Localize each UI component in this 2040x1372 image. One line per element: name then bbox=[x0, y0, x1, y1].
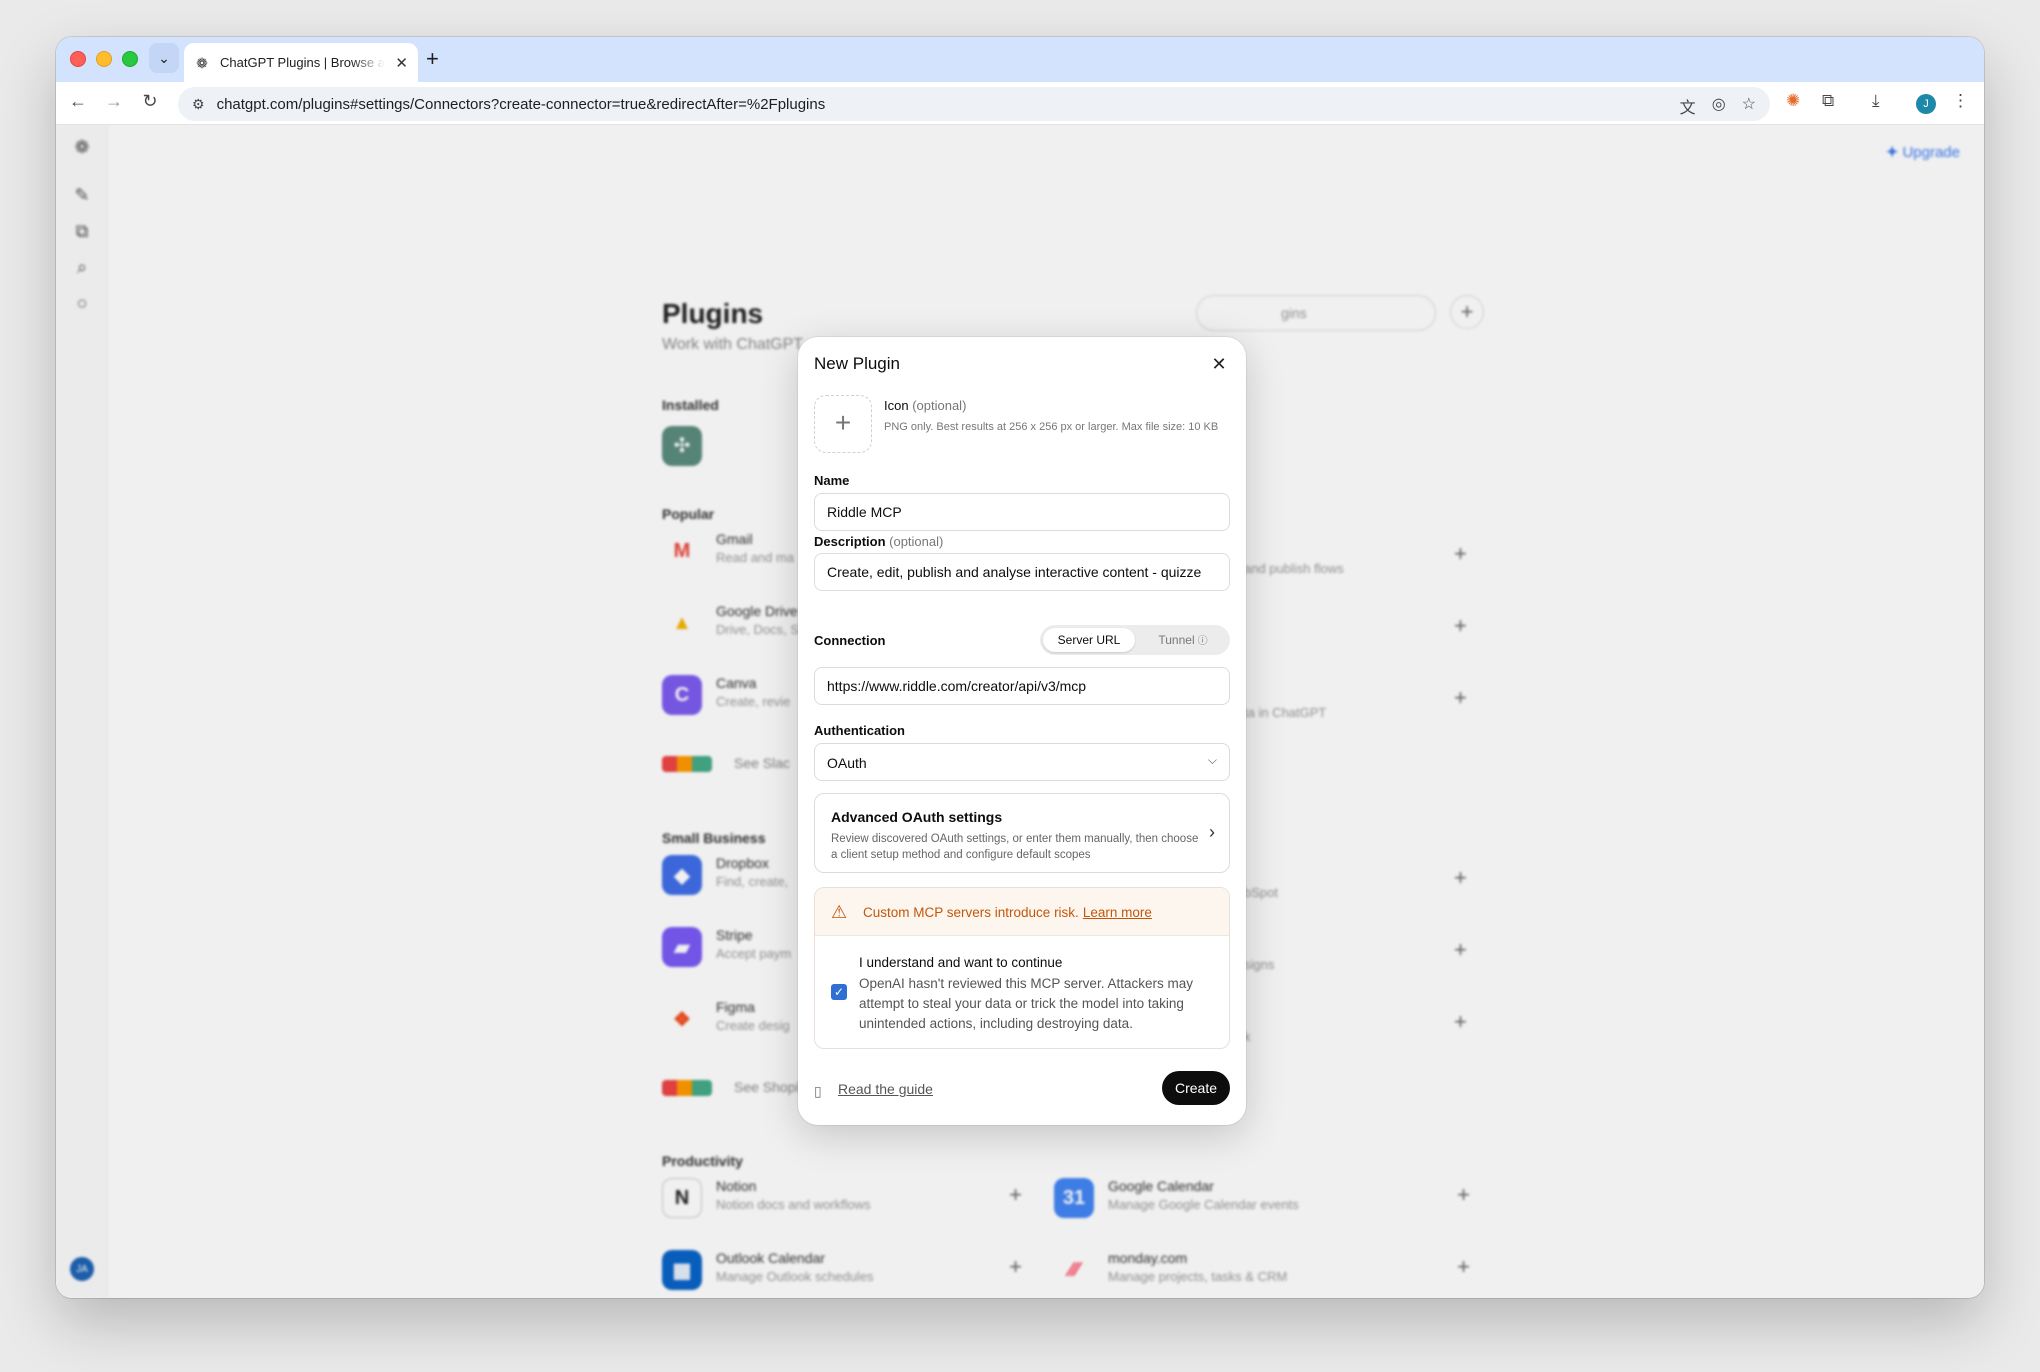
name-label: Name bbox=[814, 473, 850, 488]
icon-upload-button[interactable]: + bbox=[814, 395, 872, 453]
close-window-button[interactable] bbox=[70, 51, 86, 67]
maximize-window-button[interactable] bbox=[122, 51, 138, 67]
new-plugin-modal: New Plugin ✕ + Icon (optional) PNG only.… bbox=[798, 337, 1246, 1125]
url-text: chatgpt.com/plugins#settings/Connectors?… bbox=[216, 95, 826, 113]
tab-close-icon[interactable]: ✕ bbox=[395, 54, 408, 72]
tab-search-chevron-icon[interactable]: ⌄ bbox=[149, 43, 179, 73]
eye-slash-icon[interactable]: ◎ bbox=[1712, 94, 1726, 118]
optional-label: (optional) bbox=[889, 534, 944, 549]
risk-warning-text: Custom MCP servers introduce risk. Learn … bbox=[863, 905, 1152, 920]
name-input[interactable]: Riddle MCP bbox=[814, 493, 1230, 531]
warning-triangle-icon: ⚠ bbox=[831, 902, 848, 922]
server-url-option[interactable]: Server URL bbox=[1043, 628, 1135, 652]
learn-more-link[interactable]: Learn more bbox=[1083, 905, 1152, 920]
risk-warning-header: ⚠ Custom MCP servers introduce risk. Lear… bbox=[815, 888, 1229, 936]
book-icon: ▯ bbox=[814, 1083, 822, 1099]
tunnel-option[interactable]: Tunnel ⓘ bbox=[1138, 628, 1228, 652]
browser-window: ⌄ ❁ ChatGPT Plugins | Browse an ✕ + ← → … bbox=[56, 37, 1984, 1298]
extensions-puzzle-icon[interactable]: ⧉ bbox=[1822, 91, 1834, 111]
acknowledge-title[interactable]: I understand and want to continue bbox=[859, 955, 1062, 970]
modal-title: New Plugin bbox=[814, 354, 900, 373]
description-label-text: Description bbox=[814, 534, 886, 549]
acknowledge-checkbox[interactable]: ✓ bbox=[831, 984, 847, 1000]
tab-title: ChatGPT Plugins | Browse an bbox=[220, 55, 386, 70]
authentication-label: Authentication bbox=[814, 723, 905, 738]
extension-sparkle-icon[interactable]: ✺ bbox=[1786, 91, 1800, 111]
tab-strip: ⌄ ❁ ChatGPT Plugins | Browse an ✕ + bbox=[56, 37, 1984, 82]
connection-toggle: Server URL Tunnel ⓘ bbox=[1040, 625, 1230, 655]
advanced-title: Advanced OAuth settings bbox=[831, 809, 1003, 825]
icon-label-text: Icon bbox=[884, 398, 909, 413]
new-tab-plus-icon[interactable]: + bbox=[426, 46, 439, 72]
info-icon: ⓘ bbox=[1197, 636, 1208, 647]
close-icon[interactable]: ✕ bbox=[1206, 351, 1232, 377]
risk-warning-card: ⚠ Custom MCP servers introduce risk. Lear… bbox=[814, 887, 1230, 1049]
profile-avatar[interactable]: J bbox=[1916, 94, 1936, 114]
authentication-selected-value: OAuth bbox=[827, 755, 867, 771]
icon-label: Icon (optional) bbox=[884, 398, 966, 413]
read-guide-link[interactable]: Read the guide bbox=[838, 1081, 933, 1097]
icon-hint: PNG only. Best results at 256 x 256 px o… bbox=[884, 421, 1219, 433]
authentication-select[interactable]: OAuth ⌵ bbox=[814, 743, 1230, 781]
more-vertical-icon[interactable]: ⋮ bbox=[1952, 91, 1969, 111]
page-content: ❁ ✎ ⧉ ⌕ ○ JA ✦ Upgrade Plugins Work with … bbox=[56, 125, 1984, 1298]
description-label: Description (optional) bbox=[814, 534, 943, 549]
bookmark-star-icon[interactable]: ☆ bbox=[1742, 94, 1756, 118]
site-settings-icon[interactable]: ⚙ bbox=[192, 96, 205, 113]
reload-icon[interactable]: ↻ bbox=[138, 91, 162, 112]
optional-label: (optional) bbox=[912, 398, 967, 413]
download-icon[interactable]: ⤓ bbox=[1872, 91, 1880, 111]
tab-chatgpt-plugins[interactable]: ❁ ChatGPT Plugins | Browse an ✕ bbox=[184, 43, 418, 82]
advanced-desc: Review discovered OAuth settings, or ent… bbox=[831, 833, 1199, 861]
create-button[interactable]: Create bbox=[1162, 1071, 1230, 1105]
risk-warning-message: Custom MCP servers introduce risk. bbox=[863, 905, 1079, 920]
advanced-oauth-settings-button[interactable]: Advanced OAuth settings Review discovere… bbox=[814, 793, 1230, 873]
chevron-down-icon: ⌵ bbox=[1207, 753, 1217, 767]
openai-favicon-icon: ❁ bbox=[196, 54, 208, 71]
connection-label: Connection bbox=[814, 633, 886, 648]
chevron-right-icon: › bbox=[1209, 822, 1215, 842]
translate-icon[interactable]: 文 bbox=[1680, 94, 1696, 118]
browser-toolbar: ← → ↻ ⚙ chatgpt.com/plugins#settings/Con… bbox=[56, 82, 1984, 125]
back-arrow-icon[interactable]: ← bbox=[66, 91, 90, 112]
minimize-window-button[interactable] bbox=[96, 51, 112, 67]
tunnel-option-label: Tunnel bbox=[1158, 633, 1195, 647]
acknowledge-desc: OpenAI hasn't reviewed this MCP server. … bbox=[859, 976, 1193, 1031]
address-bar[interactable]: ⚙ chatgpt.com/plugins#settings/Connector… bbox=[178, 87, 1770, 121]
description-input[interactable]: Create, edit, publish and analyse intera… bbox=[814, 553, 1230, 591]
forward-arrow-icon[interactable]: → bbox=[102, 91, 126, 112]
server-url-input[interactable]: https://www.riddle.com/creator/api/v3/mc… bbox=[814, 667, 1230, 705]
